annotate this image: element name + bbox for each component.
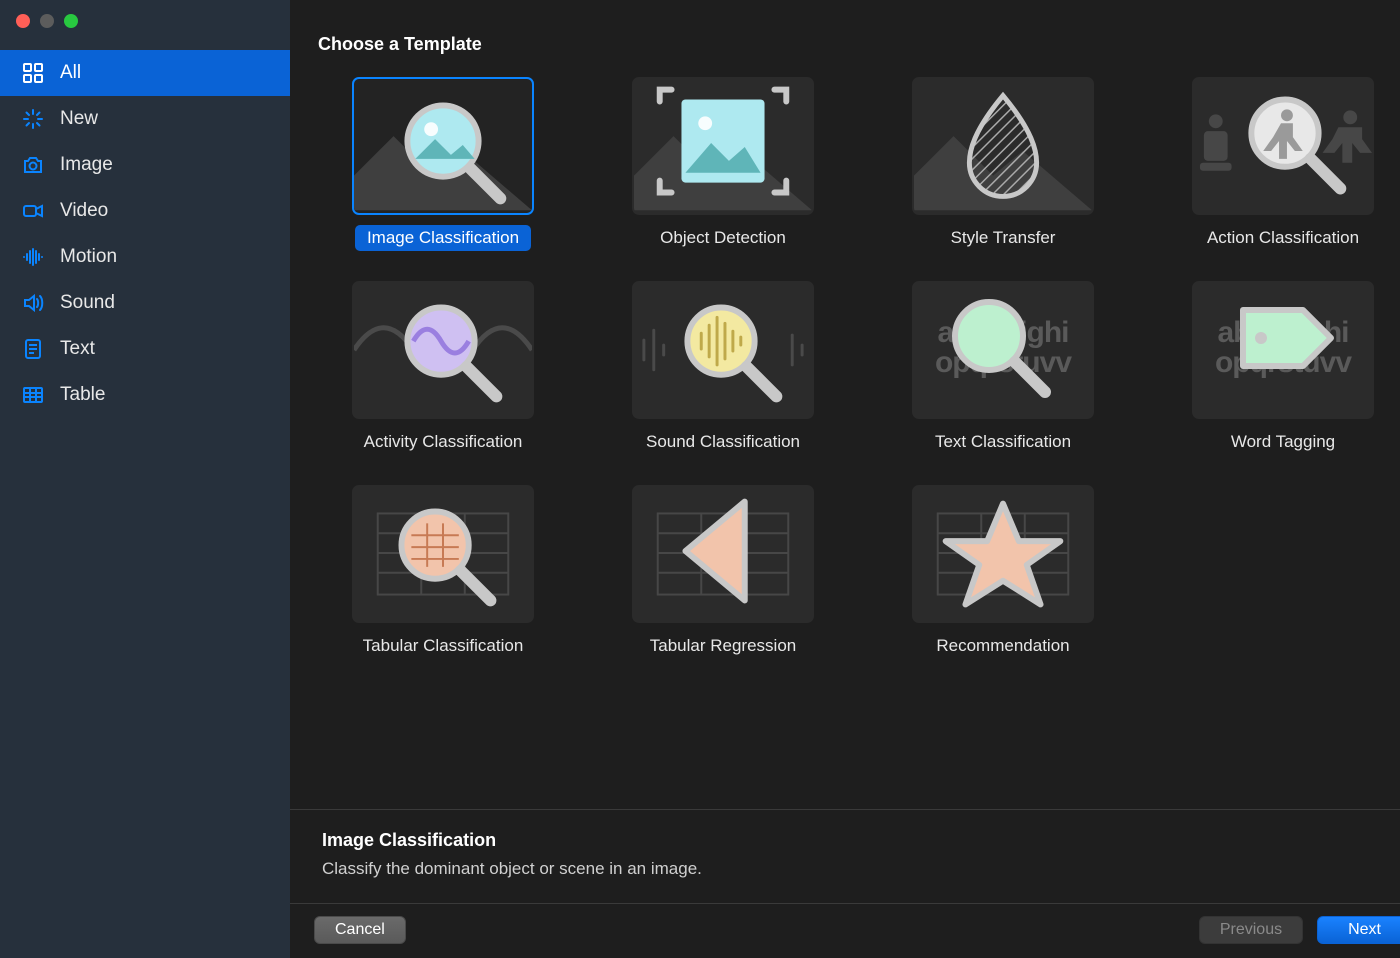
template-label: Style Transfer: [939, 225, 1068, 251]
sidebar-item-label: Text: [60, 338, 95, 360]
info-description: Classify the dominant object or scene in…: [322, 859, 1400, 879]
sparkle-icon: [20, 108, 46, 130]
template-label: Object Detection: [648, 225, 798, 251]
next-button[interactable]: Next: [1317, 916, 1400, 944]
sidebar-item-label: Sound: [60, 292, 115, 314]
template-thumb: [352, 485, 534, 623]
template-tabular-regression[interactable]: Tabular Regression: [594, 485, 852, 659]
camera-icon: [20, 154, 46, 176]
template-thumb: [632, 485, 814, 623]
template-thumb: [912, 77, 1094, 215]
template-label: Activity Classification: [352, 429, 535, 455]
sidebar-item-label: Table: [60, 384, 105, 406]
window-controls: [0, 0, 290, 50]
template-word-tagging[interactable]: abcdeighi opqrstuvv Word Tagging: [1154, 281, 1400, 455]
template-image-classification[interactable]: Image Classification: [314, 77, 572, 251]
template-sound-classification[interactable]: Sound Classification: [594, 281, 852, 455]
document-text-icon: [20, 338, 46, 360]
sidebar-item-image[interactable]: Image: [0, 142, 290, 188]
sidebar: All New Image Video Motion Sound: [0, 0, 290, 958]
footer: Cancel Previous Next: [290, 903, 1400, 958]
close-window-button[interactable]: [16, 14, 30, 28]
sidebar-item-label: All: [60, 62, 81, 84]
info-panel: Image Classification Classify the domina…: [290, 809, 1400, 903]
template-label: Image Classification: [355, 225, 531, 251]
template-thumb: [1192, 77, 1374, 215]
sidebar-item-label: Motion: [60, 246, 117, 268]
cancel-button[interactable]: Cancel: [314, 916, 406, 944]
template-label: Tabular Classification: [351, 633, 536, 659]
template-activity-classification[interactable]: Activity Classification: [314, 281, 572, 455]
template-thumb: [352, 281, 534, 419]
template-label: Text Classification: [923, 429, 1083, 455]
template-label: Tabular Regression: [638, 633, 808, 659]
template-thumb: [352, 77, 534, 215]
sidebar-item-text[interactable]: Text: [0, 326, 290, 372]
zoom-window-button[interactable]: [64, 14, 78, 28]
sidebar-item-sound[interactable]: Sound: [0, 280, 290, 326]
previous-button[interactable]: Previous: [1199, 916, 1303, 944]
template-tabular-classification[interactable]: Tabular Classification: [314, 485, 572, 659]
template-action-classification[interactable]: Action Classification: [1154, 77, 1400, 251]
sidebar-item-new[interactable]: New: [0, 96, 290, 142]
sidebar-item-label: Video: [60, 200, 108, 222]
template-style-transfer[interactable]: Style Transfer: [874, 77, 1132, 251]
template-thumb: abcdeighi opqrstuvv: [912, 281, 1094, 419]
sidebar-item-label: Image: [60, 154, 113, 176]
template-label: Recommendation: [924, 633, 1081, 659]
template-label: Word Tagging: [1219, 429, 1347, 455]
sidebar-item-motion[interactable]: Motion: [0, 234, 290, 280]
template-thumb: abcdeighi opqrstuvv: [1192, 281, 1374, 419]
page-title: Choose a Template: [318, 34, 1400, 55]
template-thumb: [632, 281, 814, 419]
template-chooser: Choose a Template Image Classifi: [290, 0, 1400, 809]
template-grid: Image Classification O: [314, 77, 1400, 659]
minimize-window-button[interactable]: [40, 14, 54, 28]
sidebar-item-label: New: [60, 108, 98, 130]
template-recommendation[interactable]: Recommendation: [874, 485, 1132, 659]
waveform-icon: [20, 246, 46, 268]
table-icon: [20, 384, 46, 406]
info-title: Image Classification: [322, 830, 1400, 851]
video-icon: [20, 200, 46, 222]
template-thumb: [632, 77, 814, 215]
sidebar-item-table[interactable]: Table: [0, 372, 290, 418]
template-label: Action Classification: [1195, 225, 1371, 251]
template-thumb: [912, 485, 1094, 623]
speaker-icon: [20, 292, 46, 314]
template-object-detection[interactable]: Object Detection: [594, 77, 852, 251]
sidebar-item-all[interactable]: All: [0, 50, 290, 96]
main-content: Choose a Template Image Classifi: [290, 0, 1400, 958]
sidebar-item-video[interactable]: Video: [0, 188, 290, 234]
template-text-classification[interactable]: abcdeighi opqrstuvv Text Classification: [874, 281, 1132, 455]
grid-icon: [20, 62, 46, 84]
template-label: Sound Classification: [634, 429, 812, 455]
